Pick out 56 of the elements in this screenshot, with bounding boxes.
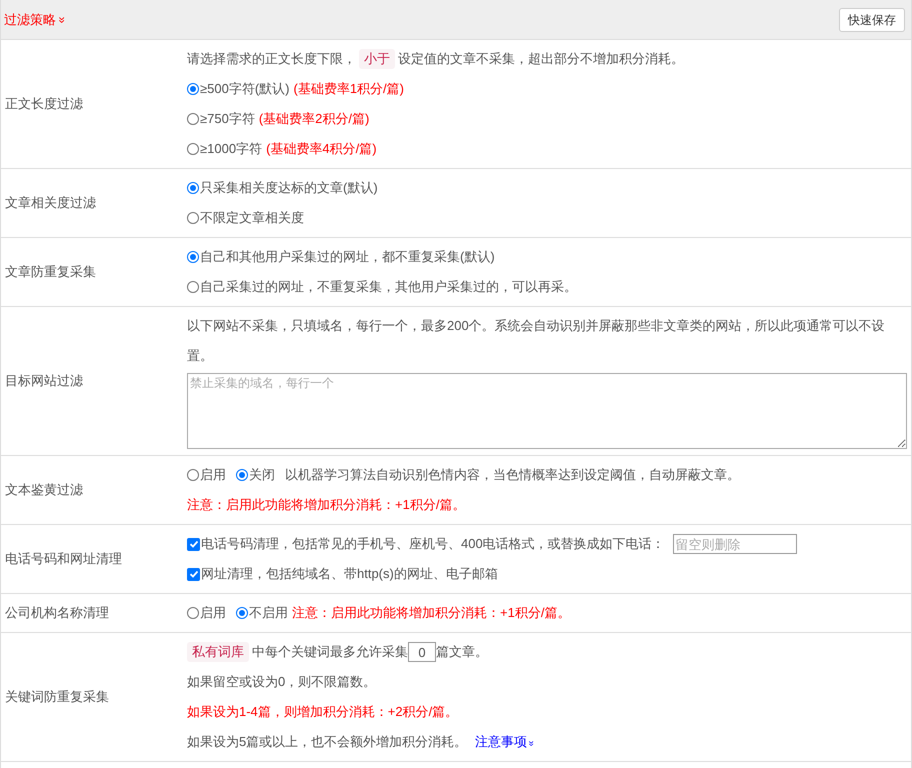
field-label: 电话号码和网址清理: [5, 550, 122, 568]
field-label: 目标网站过滤: [5, 372, 83, 390]
radio-label: 不限定文章相关度: [200, 209, 304, 228]
hint-text: 请选择需求的正文长度下限，: [187, 50, 356, 68]
radio-label: ≥1000字符: [200, 140, 262, 158]
radio-label: 不启用: [249, 604, 288, 622]
hint-text: 以机器学习算法自动识别色情内容，当色情概率达到设定阈值，自动屏蔽文章。: [285, 466, 740, 484]
field-label: 文章相关度过滤: [5, 194, 96, 212]
hint-text: 设定值的文章不采集，超出部分不增加积分消耗。: [398, 50, 684, 68]
warning-text: 如果设为1-4篇，则增加积分消耗：+2积分/篇。: [187, 703, 458, 722]
radio-label: 启用: [200, 466, 226, 484]
field-label: 关键词防重复采集: [5, 688, 109, 706]
field-label: 公司机构名称清理: [5, 604, 109, 622]
domain-textarea[interactable]: 禁止采集的域名，每行一个: [187, 373, 907, 449]
radio-button[interactable]: [187, 182, 199, 194]
radio-button[interactable]: [187, 251, 199, 263]
field-label: 文章防重复采集: [5, 263, 96, 282]
count-input[interactable]: 0: [408, 642, 436, 662]
hint-text: 篇文章。: [436, 643, 488, 662]
hint-text: 以下网站不采集，只填域名，每行一个，最多200个。系统会自动识别并屏蔽那些非文章类的网站，所以此项通常可以不设置。: [187, 317, 886, 365]
field-label: 正文长度过滤: [5, 95, 83, 114]
phone-input[interactable]: 留空则删除: [672, 534, 797, 554]
rate-note: (基础费率2积分/篇): [258, 110, 370, 128]
checkbox[interactable]: [187, 538, 200, 550]
radio-label: 自己和其他用户采集过的网址，都不重复采集(默认): [200, 248, 495, 266]
quick-save-button[interactable]: 快速保存: [839, 8, 905, 32]
notes-link[interactable]: 注意事项 »: [475, 732, 534, 752]
checkbox-label: 电话号码清理，包括常见的手机号、座机号、400电话格式，或替换成如下电话：: [201, 535, 665, 554]
hint-text: 如果设为5篇或以上，也不会额外增加积分消耗。: [187, 733, 468, 751]
radio-button[interactable]: [236, 607, 248, 619]
section-title: 过滤策略: [4, 10, 56, 29]
radio-label: ≥500字符(默认): [200, 80, 290, 98]
radio-label: 启用: [200, 604, 226, 622]
field-label: 文本鉴黄过滤: [5, 481, 83, 500]
radio-button[interactable]: [187, 469, 199, 481]
radio-button[interactable]: [236, 469, 248, 481]
radio-label: 关闭: [249, 466, 275, 484]
inline-code: 私有词库: [187, 642, 249, 662]
rate-note: 注意：启用此功能将增加积分消耗：+1积分/篇。: [292, 604, 570, 622]
hint-text: 如果留空或设为0，则不限篇数。: [187, 673, 376, 691]
radio-label: 只采集相关度达标的文章(默认): [200, 179, 378, 198]
checkbox[interactable]: [187, 568, 200, 580]
radio-label: ≥750字符: [200, 110, 255, 128]
radio-button[interactable]: [187, 83, 199, 95]
hint-text: 中每个关键词最多允许采集: [252, 643, 408, 662]
radio-button[interactable]: [187, 281, 199, 293]
radio-button[interactable]: [187, 113, 199, 125]
rate-note: (基础费率1积分/篇): [293, 80, 404, 98]
warning-text: 注意：启用此功能将增加积分消耗：+1积分/篇。: [187, 496, 466, 514]
rate-note: (基础费率4积分/篇): [266, 140, 377, 158]
inline-code: 小于: [359, 49, 395, 69]
radio-button[interactable]: [187, 143, 199, 155]
radio-button[interactable]: [187, 212, 199, 224]
checkbox-label: 网址清理，包括纯域名、带http(s)的网址、电子邮箱: [201, 565, 498, 584]
radio-button[interactable]: [187, 607, 199, 619]
radio-label: 自己采集过的网址，不重复采集，其他用户采集过的，可以再采。: [200, 278, 577, 296]
